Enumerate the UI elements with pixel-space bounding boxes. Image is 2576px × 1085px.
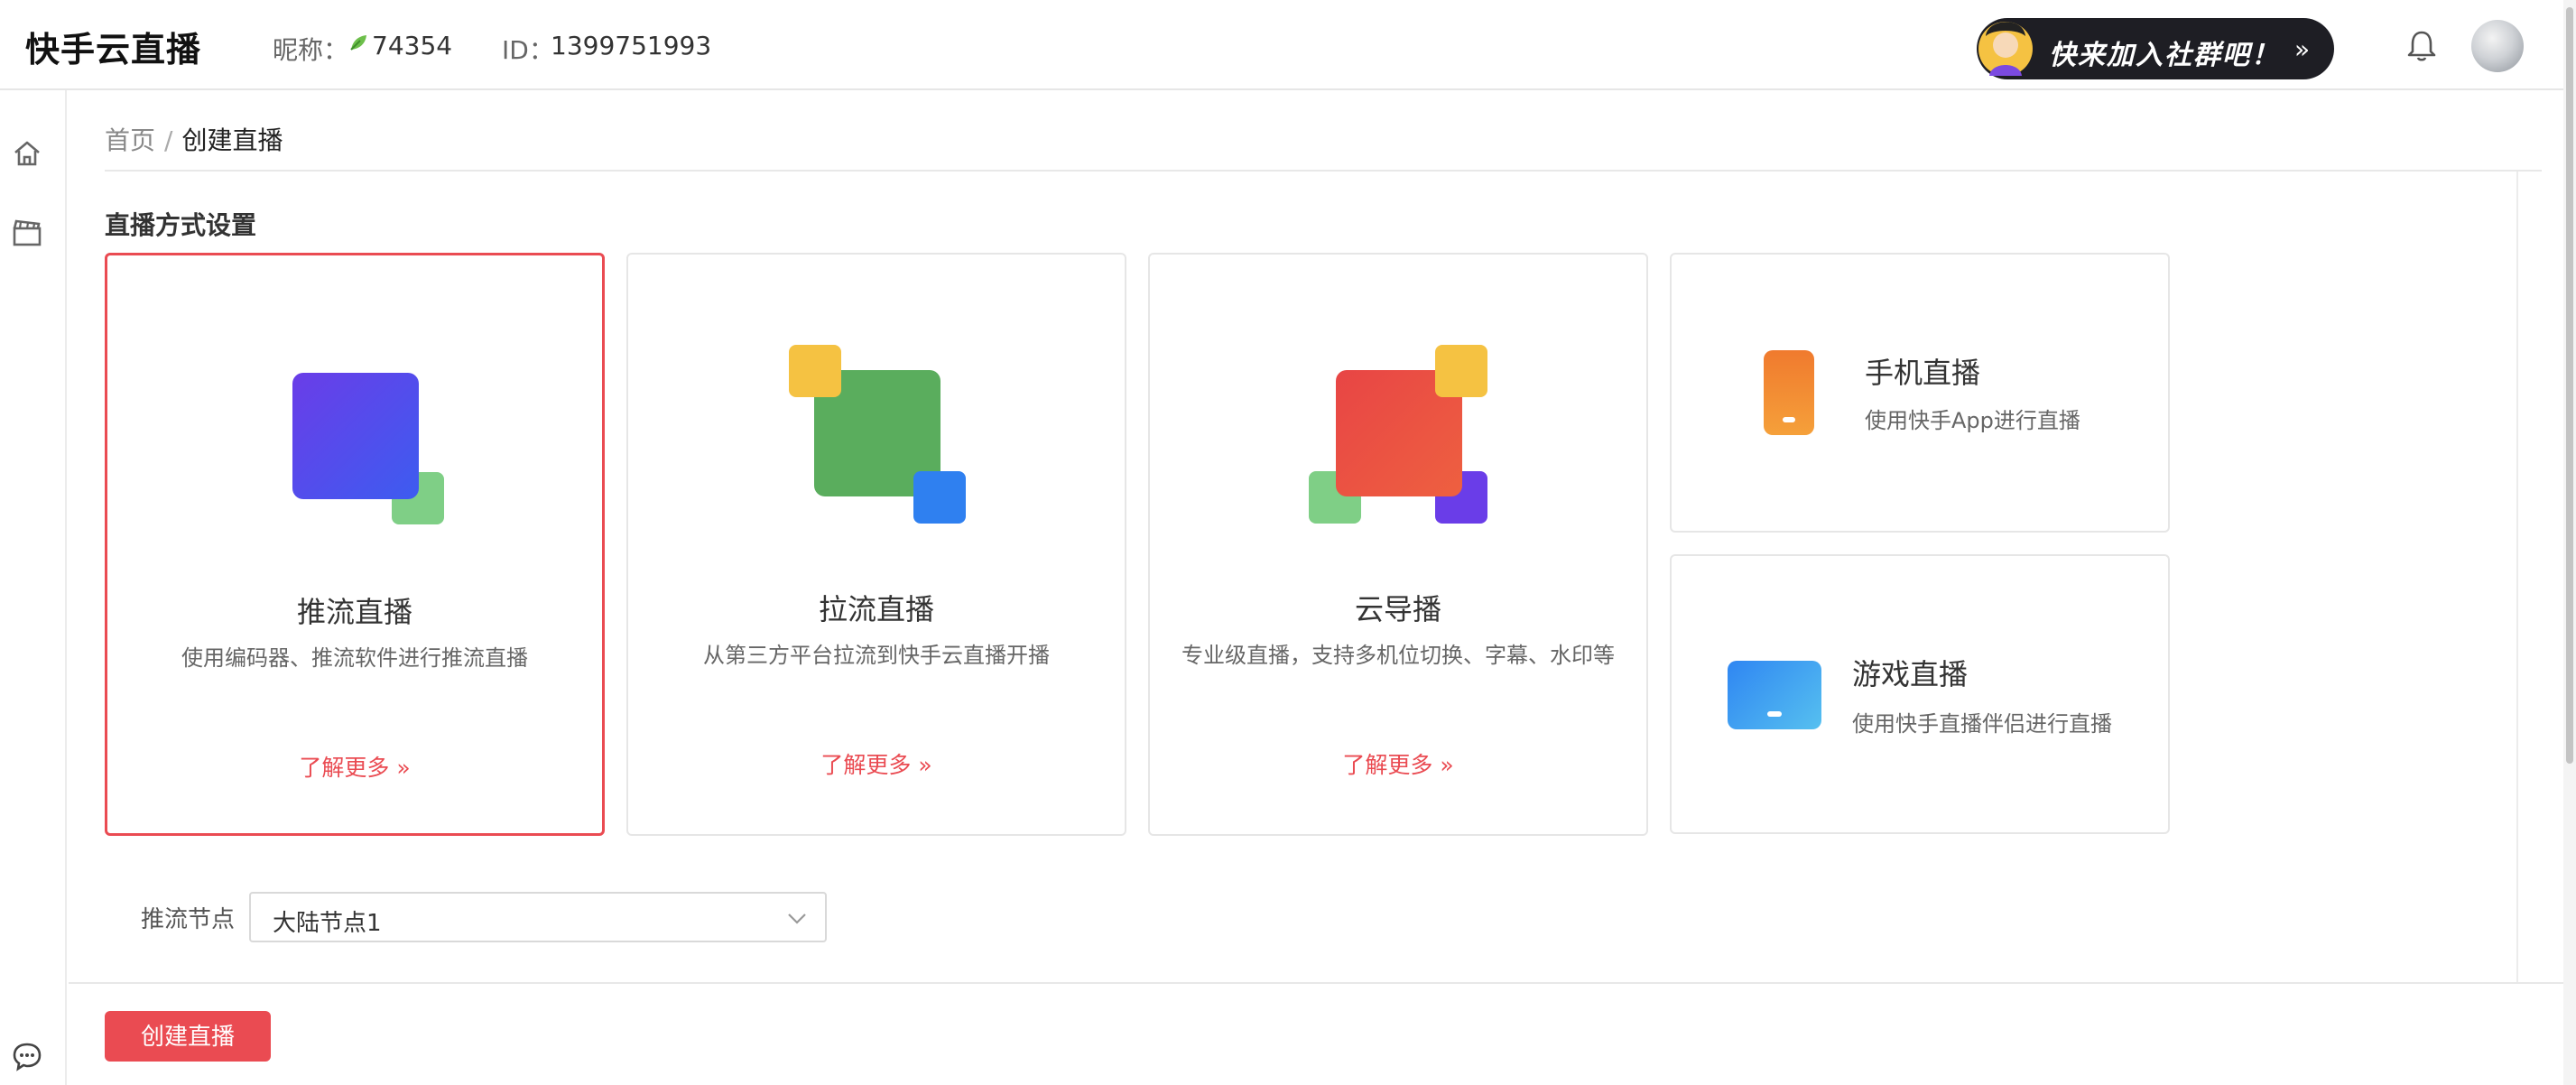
card-desc: 使用快手App进行直播 [1865, 408, 2080, 433]
logo-text: 快手云直播 [25, 29, 202, 70]
scrollbar-thumb[interactable] [2566, 7, 2573, 764]
footer-bar [69, 982, 2563, 1085]
join-banner-text: 快来加入社群吧！ [2049, 40, 2280, 71]
breadcrumb: 首页 / 创建直播 [105, 121, 283, 157]
learn-more-link[interactable]: 了解更多 » [1150, 747, 1646, 780]
breadcrumb-separator: / [164, 125, 173, 155]
user-avatar[interactable] [2471, 20, 2524, 72]
join-community-banner[interactable]: 快来加入社群吧！ » [1977, 18, 2334, 79]
card-pull-stream[interactable]: 拉流直播 从第三方平台拉流到快手云直播开播 了解更多 » [626, 253, 1126, 836]
card-desc: 使用编码器、推流软件进行推流直播 [181, 645, 528, 671]
chevron-down-icon [788, 913, 806, 924]
left-sidebar [0, 90, 67, 1085]
push-node-select[interactable]: 大陆节点1 [249, 892, 827, 942]
learn-more-link[interactable]: 了解更多 » [628, 747, 1125, 780]
leaf-icon [348, 32, 368, 58]
mascot-icon [1978, 22, 2033, 76]
card-title: 手机直播 [1865, 356, 1981, 390]
card-desc: 专业级直播，支持多机位切换、字幕、水印等 [1181, 643, 1615, 668]
card-push-stream[interactable]: 推流直播 使用编码器、推流软件进行推流直播 了解更多 » [105, 253, 605, 836]
card-title: 拉流直播 [818, 592, 934, 626]
chat-icon[interactable] [11, 1040, 43, 1072]
pull-stream-icon-blue [913, 471, 966, 524]
divider [105, 170, 2542, 172]
card-title: 推流直播 [296, 595, 412, 629]
card-desc: 使用快手直播伴侣进行直播 [1852, 711, 2112, 737]
card-cloud-director[interactable]: 云导播 专业级直播，支持多机位切换、字幕、水印等 了解更多 » [1148, 253, 1648, 836]
bell-icon[interactable] [2405, 27, 2439, 63]
logo[interactable]: 快手云直播 [25, 25, 201, 70]
pull-stream-icon-yellow [789, 345, 841, 397]
cloud-director-icon-yellow [1435, 345, 1487, 397]
nickname-value: 74354 [372, 31, 453, 60]
double-chevron-right-icon: » [2294, 34, 2311, 64]
top-header: 快手云直播 昵称： 74354 ID： 1399751993 快来加入社群吧！ … [0, 0, 2576, 90]
card-mobile-live[interactable]: 手机直播 使用快手App进行直播 [1670, 253, 2170, 533]
clapperboard-icon[interactable] [11, 217, 43, 249]
breadcrumb-home[interactable]: 首页 [105, 125, 155, 155]
monitor-icon [1728, 661, 1821, 729]
id-label: ID： [502, 35, 554, 65]
nickname-label: 昵称： [273, 35, 349, 65]
card-title: 云导播 [1354, 592, 1441, 626]
create-live-button[interactable]: 创建直播 [105, 1011, 271, 1062]
card-title: 游戏直播 [1852, 657, 1969, 691]
push-node-label: 推流节点 [141, 906, 236, 933]
learn-more-link[interactable]: 了解更多 » [107, 750, 602, 783]
home-icon[interactable] [11, 137, 43, 170]
card-game-live[interactable]: 游戏直播 使用快手直播伴侣进行直播 [1670, 554, 2170, 834]
phone-icon [1764, 350, 1814, 435]
content-right-border [2516, 172, 2518, 984]
section-title: 直播方式设置 [105, 210, 257, 240]
push-node-value: 大陆节点1 [273, 910, 382, 937]
push-stream-icon [292, 373, 419, 499]
card-desc: 从第三方平台拉流到快手云直播开播 [703, 643, 1050, 668]
id-value: 1399751993 [551, 31, 712, 60]
breadcrumb-current: 创建直播 [181, 125, 283, 155]
